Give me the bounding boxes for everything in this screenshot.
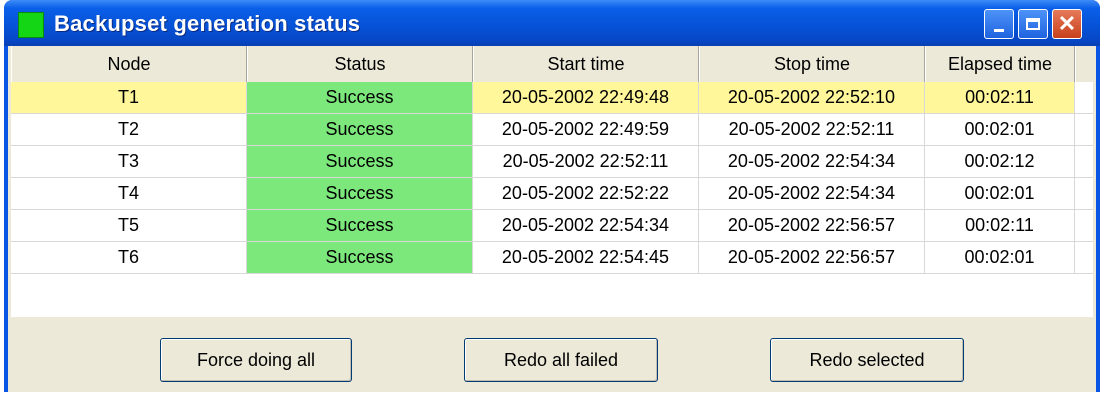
cell-node: T6	[11, 242, 247, 274]
cell-filler	[1075, 114, 1093, 146]
column-header-elapsed-time[interactable]: Elapsed time	[925, 46, 1075, 82]
cell-node: T5	[11, 210, 247, 242]
column-header-filler	[1075, 46, 1093, 82]
cell-filler	[1075, 178, 1093, 210]
table-row[interactable]: T5 Success 20-05-2002 22:54:34 20-05-200…	[11, 210, 1093, 242]
cell-elapsed-time: 00:02:01	[925, 114, 1075, 146]
cell-stop-time: 20-05-2002 22:52:10	[699, 82, 925, 114]
cell-filler	[1075, 82, 1093, 114]
maximize-button[interactable]	[1018, 9, 1048, 39]
cell-filler	[1075, 146, 1093, 178]
cell-stop-time: 20-05-2002 22:56:57	[699, 242, 925, 274]
cell-elapsed-time: 00:02:01	[925, 242, 1075, 274]
cell-elapsed-time: 00:02:12	[925, 146, 1075, 178]
table-row[interactable]: T3 Success 20-05-2002 22:52:11 20-05-200…	[11, 146, 1093, 178]
close-icon: ✕	[1057, 11, 1077, 36]
force-doing-all-button[interactable]: Force doing all	[160, 338, 352, 382]
cell-node: T4	[11, 178, 247, 210]
minimize-button[interactable]	[984, 9, 1014, 39]
cell-start-time: 20-05-2002 22:49:59	[473, 114, 699, 146]
column-header-stop-time[interactable]: Stop time	[699, 46, 925, 82]
status-table: Node Status Start time Stop time Elapsed…	[11, 46, 1093, 317]
backupset-status-window: Backupset generation status ✕ Node Statu…	[4, 0, 1100, 392]
table-row[interactable]: T2 Success 20-05-2002 22:49:59 20-05-200…	[11, 114, 1093, 146]
column-header-start-time[interactable]: Start time	[473, 46, 699, 82]
table-row[interactable]: T6 Success 20-05-2002 22:54:45 20-05-200…	[11, 242, 1093, 274]
table-row[interactable]: T1 Success 20-05-2002 22:49:48 20-05-200…	[11, 82, 1093, 114]
close-button[interactable]: ✕	[1052, 9, 1082, 39]
cell-node: T2	[11, 114, 247, 146]
table-row[interactable]: T4 Success 20-05-2002 22:52:22 20-05-200…	[11, 178, 1093, 210]
cell-filler	[1075, 242, 1093, 274]
cell-node: T3	[11, 146, 247, 178]
green-square-icon	[18, 12, 44, 38]
cell-status: Success	[247, 210, 473, 242]
cell-stop-time: 20-05-2002 22:52:11	[699, 114, 925, 146]
cell-elapsed-time: 00:02:11	[925, 82, 1075, 114]
cell-start-time: 20-05-2002 22:49:48	[473, 82, 699, 114]
cell-node: T1	[11, 82, 247, 114]
cell-filler	[1075, 210, 1093, 242]
cell-stop-time: 20-05-2002 22:54:34	[699, 178, 925, 210]
window-client-area: Node Status Start time Stop time Elapsed…	[8, 46, 1096, 392]
cell-status: Success	[247, 146, 473, 178]
title-bar[interactable]: Backupset generation status ✕	[4, 0, 1100, 46]
cell-status: Success	[247, 82, 473, 114]
column-header-status[interactable]: Status	[247, 46, 473, 82]
redo-selected-button[interactable]: Redo selected	[770, 338, 964, 382]
maximize-icon	[1026, 18, 1040, 30]
cell-status: Success	[247, 242, 473, 274]
cell-elapsed-time: 00:02:01	[925, 178, 1075, 210]
cell-stop-time: 20-05-2002 22:56:57	[699, 210, 925, 242]
column-header-node[interactable]: Node	[11, 46, 247, 82]
table-header: Node Status Start time Stop time Elapsed…	[11, 46, 1093, 83]
cell-start-time: 20-05-2002 22:52:11	[473, 146, 699, 178]
window-title: Backupset generation status	[54, 11, 361, 36]
redo-all-failed-button[interactable]: Redo all failed	[464, 338, 658, 382]
cell-status: Success	[247, 114, 473, 146]
cell-start-time: 20-05-2002 22:52:22	[473, 178, 699, 210]
minimize-icon	[994, 28, 1004, 32]
cell-stop-time: 20-05-2002 22:54:34	[699, 146, 925, 178]
cell-start-time: 20-05-2002 22:54:34	[473, 210, 699, 242]
cell-start-time: 20-05-2002 22:54:45	[473, 242, 699, 274]
cell-status: Success	[247, 178, 473, 210]
cell-elapsed-time: 00:02:11	[925, 210, 1075, 242]
